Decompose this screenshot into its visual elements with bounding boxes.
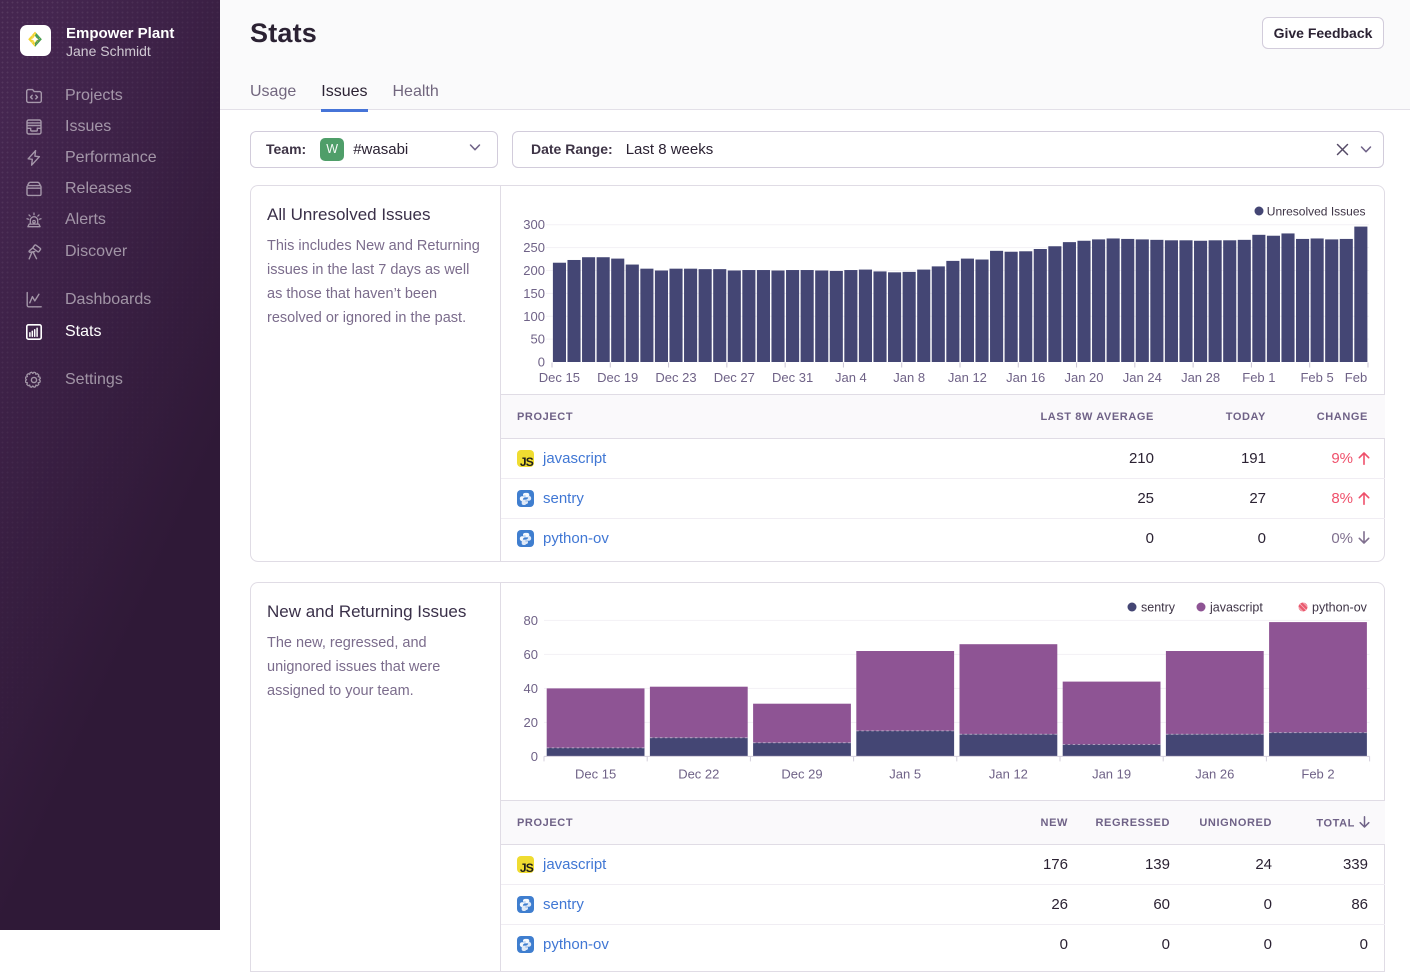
svg-text:100: 100 [523,309,545,324]
svg-text:50: 50 [531,332,545,347]
svg-text:Jan 26: Jan 26 [1195,767,1234,782]
svg-text:Feb 5: Feb 5 [1300,370,1333,385]
svg-text:Dec 22: Dec 22 [678,767,719,782]
svg-text:40: 40 [524,681,538,696]
svg-text:Jan 28: Jan 28 [1181,370,1220,385]
svg-text:Unresolved Issues: Unresolved Issues [1267,205,1366,219]
svg-text:Jan 24: Jan 24 [1123,370,1162,385]
svg-text:Feb: Feb [1345,370,1367,385]
svg-text:Dec 19: Dec 19 [597,370,638,385]
svg-text:sentry: sentry [1141,601,1176,615]
svg-text:0: 0 [538,355,545,370]
svg-text:Jan 12: Jan 12 [989,767,1028,782]
svg-text:Jan 8: Jan 8 [893,370,925,385]
svg-text:javascript: javascript [1209,601,1263,615]
svg-text:Jan 12: Jan 12 [948,370,987,385]
svg-text:Feb 1: Feb 1 [1242,370,1275,385]
svg-text:Dec 29: Dec 29 [781,767,822,782]
svg-text:Feb 2: Feb 2 [1301,767,1334,782]
svg-text:60: 60 [524,647,538,662]
svg-text:Jan 16: Jan 16 [1006,370,1045,385]
svg-text:Dec 27: Dec 27 [714,370,755,385]
svg-text:Jan 5: Jan 5 [889,767,921,782]
svg-text:80: 80 [524,613,538,628]
svg-text:Dec 15: Dec 15 [539,370,580,385]
svg-text:300: 300 [523,217,545,232]
svg-text:python-ov: python-ov [1312,601,1368,615]
svg-text:Dec 15: Dec 15 [575,767,616,782]
svg-text:150: 150 [523,286,545,301]
svg-text:200: 200 [523,263,545,278]
svg-text:Dec 23: Dec 23 [655,370,696,385]
svg-text:0: 0 [531,749,538,764]
svg-text:20: 20 [524,715,538,730]
svg-text:Jan 19: Jan 19 [1092,767,1131,782]
svg-text:Dec 31: Dec 31 [772,370,813,385]
svg-text:Jan 4: Jan 4 [835,370,867,385]
svg-text:250: 250 [523,240,545,255]
svg-text:Jan 20: Jan 20 [1064,370,1103,385]
